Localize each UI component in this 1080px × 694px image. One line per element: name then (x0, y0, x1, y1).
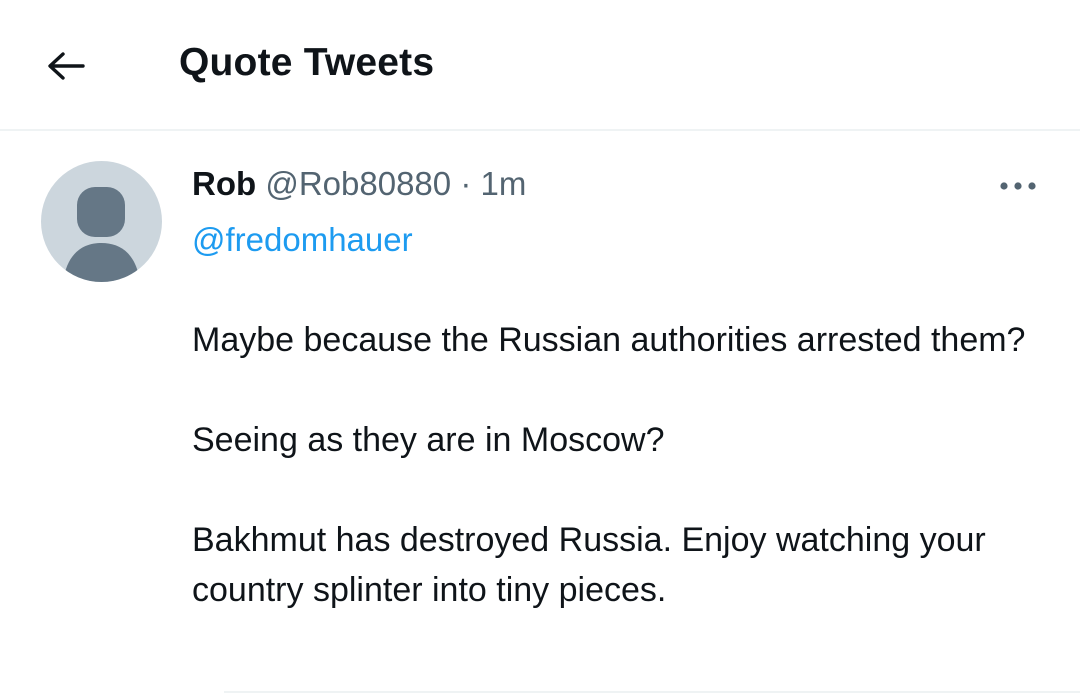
separator-dot: · (460, 165, 472, 202)
top-bar: Quote Tweets (0, 0, 1080, 128)
author-handle[interactable]: @Rob80880 (265, 165, 451, 202)
arrow-left-icon (48, 52, 85, 80)
reply-to-mention[interactable]: @fredomhauer (192, 219, 413, 261)
tweet-text: Maybe because the Russian authorities ar… (192, 315, 1032, 615)
back-button[interactable] (38, 38, 94, 94)
page-title: Quote Tweets (179, 41, 435, 84)
tweet-paragraph: Seeing as they are in Moscow? (192, 421, 665, 459)
tweet-header: Rob @Rob80880 · 1m (192, 163, 526, 205)
default-profile-icon (63, 187, 140, 282)
tweet-paragraph: Bakhmut has destroyed Russia. Enjoy watc… (192, 521, 986, 609)
more-horizontal-icon (1000, 182, 1036, 190)
more-options-button[interactable] (994, 171, 1042, 201)
divider (224, 691, 1080, 693)
tweet-paragraph: Maybe because the Russian authorities ar… (192, 321, 1026, 359)
avatar[interactable] (41, 161, 162, 282)
author-name[interactable]: Rob (192, 165, 256, 202)
timestamp[interactable]: 1m (480, 165, 526, 202)
quote-tweet[interactable]: Rob @Rob80880 · 1m @fredomhauer Maybe be… (0, 131, 1080, 694)
